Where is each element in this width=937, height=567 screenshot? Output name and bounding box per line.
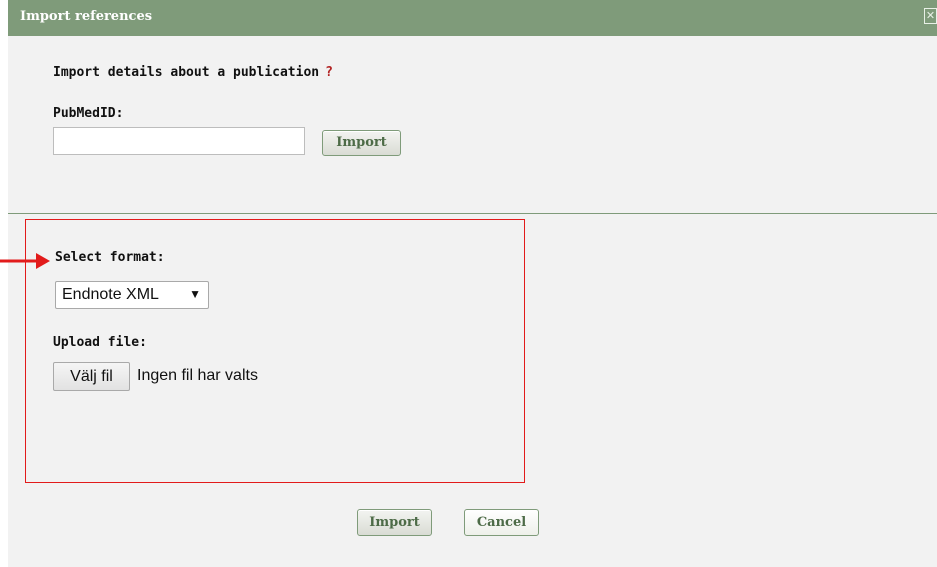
close-icon: ✕ [925, 9, 936, 22]
dialog-titlebar: Import references ✕ [8, 0, 937, 36]
dropdown-arrow-icon: ▼ [189, 287, 201, 301]
close-button[interactable]: ✕ [924, 8, 937, 24]
pubmed-label: PubMedID: [53, 106, 124, 121]
format-select-value: Endnote XML [62, 286, 159, 303]
no-file-chosen-text: Ingen fil har valts [137, 367, 258, 384]
help-link[interactable]: ? [325, 65, 333, 80]
choose-file-button[interactable]: Välj fil [53, 362, 130, 391]
right-arrow-icon [0, 253, 50, 269]
format-select[interactable]: Endnote XML ▼ [55, 281, 209, 309]
section-divider [8, 213, 937, 214]
publication-heading-text: Import details about a publication [53, 65, 320, 80]
upload-file-label: Upload file: [53, 335, 147, 350]
publication-heading: Import details about a publication? [53, 65, 333, 80]
pubmed-import-button[interactable]: Import [322, 130, 401, 156]
pubmed-id-input[interactable] [53, 127, 305, 155]
dialog-title: Import references [20, 9, 153, 24]
import-button[interactable]: Import [357, 509, 432, 536]
select-format-label: Select format: [55, 250, 165, 265]
cancel-button[interactable]: Cancel [464, 509, 539, 536]
